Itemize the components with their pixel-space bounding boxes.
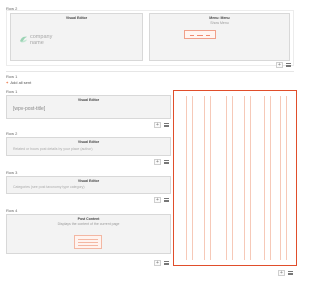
column-guide xyxy=(244,96,245,260)
categories-placeholder: Categories (see post taxonomy type categ… xyxy=(13,185,85,189)
column-guide xyxy=(286,96,287,260)
add-cell-button[interactable]: + xyxy=(154,159,161,165)
post-title-placeholder: [wpv-post-title] xyxy=(13,106,46,112)
add-cell-button[interactable]: + xyxy=(154,260,161,266)
post-details-placeholder: Related or hours post details by your pl… xyxy=(13,147,93,151)
module-title: Visual Editor xyxy=(65,16,88,20)
module-subtitle: Show Menu xyxy=(210,21,229,25)
column-guide xyxy=(226,96,227,260)
section-label: Row 1 xyxy=(6,74,18,79)
post-content-preview xyxy=(74,235,102,249)
column-guide xyxy=(264,96,265,260)
layout-preview-panel[interactable] xyxy=(173,90,297,266)
row-label: Row 1 xyxy=(6,89,18,94)
visual-editor-module-categories[interactable]: Visual Editor Categories (see post taxon… xyxy=(6,176,171,194)
module-title: Visual Editor xyxy=(77,179,100,183)
visual-editor-module-details[interactable]: Visual Editor Related or hours post deta… xyxy=(6,137,171,156)
row-label: Row 2 xyxy=(6,131,18,136)
post-content-module[interactable]: Post Content Displays the content of the… xyxy=(6,214,171,254)
menu-preview xyxy=(184,30,216,39)
logo-text-line2: name xyxy=(30,39,44,46)
column-guide xyxy=(250,96,251,260)
module-title: Post Content xyxy=(77,217,100,221)
row-label: Row 4 xyxy=(6,208,18,213)
column-guide xyxy=(204,96,205,260)
add-cell-button[interactable]: + xyxy=(276,62,283,68)
logo-mark-icon xyxy=(19,36,28,43)
add-cell-button[interactable]: + xyxy=(154,197,161,203)
hamburger-icon[interactable] xyxy=(286,63,291,68)
column-guide xyxy=(192,96,193,260)
hamburger-icon[interactable] xyxy=(164,123,169,128)
column-guide xyxy=(210,96,211,260)
hamburger-icon[interactable] xyxy=(164,198,169,203)
module-title: Visual Editor xyxy=(77,140,100,144)
company-logo: company name xyxy=(19,34,69,48)
plus-icon: + xyxy=(6,80,9,85)
menu-module[interactable]: Menu: Menu Show Menu xyxy=(149,13,290,61)
hamburger-icon[interactable] xyxy=(288,271,293,276)
divider xyxy=(6,71,294,72)
row-label: Row 3 xyxy=(6,170,18,175)
hamburger-icon[interactable] xyxy=(164,160,169,165)
add-cell-button[interactable]: + xyxy=(154,122,161,128)
add-all-sent-link[interactable]: + Add all sent xyxy=(6,80,31,85)
column-guide xyxy=(186,96,187,260)
module-title: Menu: Menu xyxy=(209,16,230,20)
column-guide xyxy=(270,96,271,260)
column-guide xyxy=(232,96,233,260)
hamburger-icon[interactable] xyxy=(164,261,169,266)
add-cell-button[interactable]: + xyxy=(278,270,285,276)
visual-editor-module-title[interactable]: Visual Editor [wpv-post-title] xyxy=(6,95,171,119)
module-title: Visual Editor xyxy=(77,98,100,102)
column-guide xyxy=(280,96,281,260)
visual-editor-module-logo[interactable]: Visual Editor company name xyxy=(10,13,143,61)
add-link-label: Add all sent xyxy=(10,80,32,85)
module-subtitle: Displays the content of the current page xyxy=(57,222,120,226)
